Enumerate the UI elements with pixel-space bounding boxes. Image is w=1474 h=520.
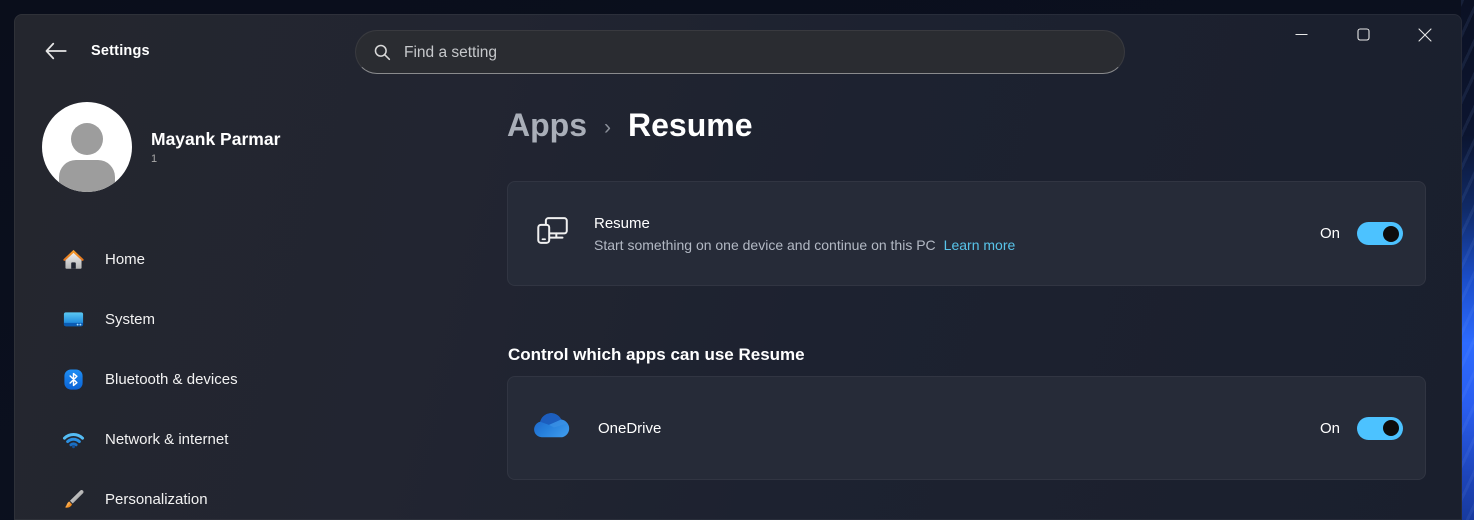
sidebar-item-system[interactable]: System (26, 299, 474, 339)
resume-setting-card: Resume Start something on one device and… (507, 181, 1426, 286)
search-icon (373, 43, 392, 67)
learn-more-link[interactable]: Learn more (944, 237, 1016, 253)
sidebar-item-network[interactable]: Network & internet (26, 419, 474, 459)
close-button[interactable] (1394, 14, 1456, 58)
sidebar-item-label: Bluetooth & devices (105, 370, 238, 388)
bluetooth-icon (62, 368, 85, 391)
resume-toggle[interactable] (1357, 222, 1403, 245)
system-icon (62, 308, 85, 331)
toggle-knob (1383, 225, 1399, 242)
avatar-head (71, 123, 103, 155)
avatar-shoulders (59, 160, 115, 192)
window-controls (1270, 14, 1456, 58)
app-name: OneDrive (598, 419, 662, 437)
close-icon (1418, 27, 1432, 45)
search-box[interactable] (355, 30, 1125, 75)
profile-subtitle: 1 (151, 153, 158, 165)
breadcrumb: Apps › Resume (507, 107, 753, 144)
user-profile[interactable]: Mayank Parmar 1 (42, 102, 280, 192)
search-input[interactable] (402, 31, 1106, 75)
sidebar-item-label: System (105, 310, 156, 328)
sidebar-nav: Home System Bluetooth & devices Network … (26, 239, 474, 520)
toggle-knob (1383, 420, 1399, 436)
avatar (42, 102, 132, 192)
breadcrumb-apps[interactable]: Apps (507, 107, 587, 144)
onedrive-toggle-state: On (1319, 419, 1340, 437)
settings-window: Settings Mayank Parmar (14, 14, 1462, 520)
sidebar-item-label: Personalization (105, 490, 208, 508)
sidebar-item-label: Network & internet (105, 430, 229, 448)
maximize-icon (1356, 28, 1370, 44)
resume-card-title: Resume (594, 214, 650, 232)
chevron-right-icon: › (604, 116, 611, 139)
profile-name: Mayank Parmar (151, 129, 281, 149)
resume-description-text: Start something on one device and contin… (594, 236, 936, 253)
back-button[interactable] (40, 38, 72, 66)
maximize-button[interactable] (1332, 14, 1394, 58)
sidebar-item-label: Home (105, 250, 146, 268)
arrow-left-icon (43, 40, 69, 65)
minimize-button[interactable] (1270, 14, 1332, 58)
sidebar-item-home[interactable]: Home (26, 239, 474, 279)
network-icon (62, 428, 85, 451)
resume-card-description: Start something on one device and contin… (594, 237, 1015, 253)
page-title: Resume (628, 107, 753, 143)
resume-toggle-state: On (1319, 225, 1340, 242)
onedrive-toggle[interactable] (1357, 416, 1403, 440)
sidebar-item-personalization[interactable]: Personalization (26, 479, 474, 519)
desktop-wallpaper (1461, 0, 1474, 520)
minimize-icon (1295, 28, 1308, 44)
personalization-icon (62, 488, 85, 511)
window-title: Settings (91, 43, 150, 59)
sidebar-item-bluetooth[interactable]: Bluetooth & devices (26, 359, 474, 399)
cross-device-icon (534, 212, 572, 255)
section-title: Control which apps can use Resume (508, 345, 805, 364)
home-icon (62, 248, 85, 271)
onedrive-app-row: OneDrive On (507, 376, 1426, 480)
onedrive-icon (532, 412, 571, 444)
